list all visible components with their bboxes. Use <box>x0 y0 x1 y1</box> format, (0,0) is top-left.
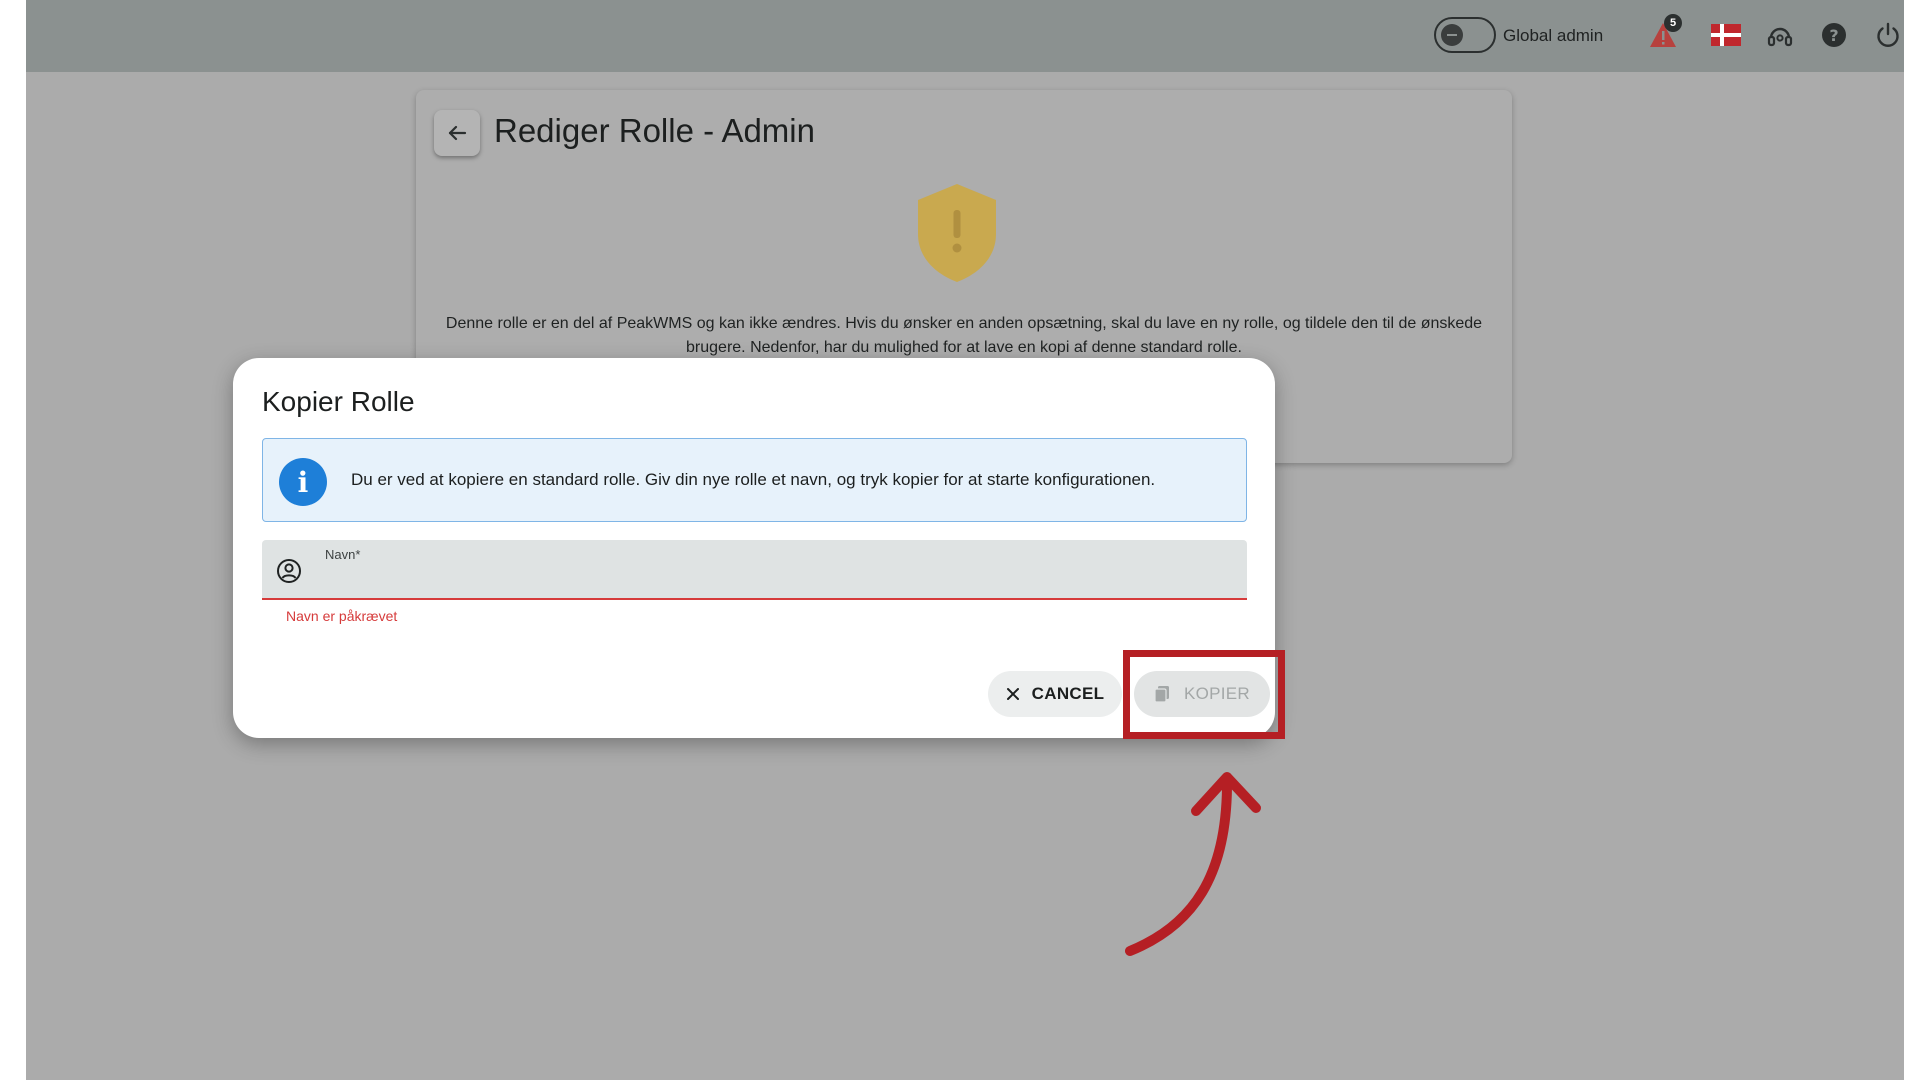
info-alert: i Du er ved at kopiere en standard rolle… <box>262 438 1247 522</box>
help-icon[interactable]: ? <box>1817 18 1851 52</box>
name-error-text: Navn er påkrævet <box>286 608 398 624</box>
svg-text:?: ? <box>1829 26 1838 45</box>
cancel-button[interactable]: CANCEL <box>988 671 1122 717</box>
account-circle-icon <box>277 559 301 583</box>
global-admin-label: Global admin <box>1503 26 1604 45</box>
top-bar: Global admin 5 ? <box>26 0 1904 72</box>
role-description: Denne rolle er en del af PeakWMS og kan … <box>445 315 1483 356</box>
app-frame: Global admin 5 ? Rediger Rolle - Admin D… <box>26 0 1904 1080</box>
info-text: Du er ved at kopiere en standard rolle. … <box>351 470 1156 489</box>
danish-flag-icon[interactable] <box>1709 18 1743 52</box>
dialog-title: Kopier Rolle <box>262 386 415 417</box>
copy-role-dialog: Kopier Rolle i Du er ved at kopiere en s… <box>233 358 1275 738</box>
page-title: Rediger Rolle - Admin <box>494 112 815 149</box>
toggle-knob <box>1441 24 1463 46</box>
info-icon: i <box>279 458 327 506</box>
shield-warning-icon <box>918 184 996 282</box>
global-admin-toggle[interactable] <box>1434 17 1496 53</box>
name-field[interactable]: Navn* <box>262 540 1247 600</box>
name-field-label: Navn* <box>325 547 361 562</box>
cancel-button-label: CANCEL <box>1031 684 1105 703</box>
close-icon <box>1006 688 1019 700</box>
alert-count-badge: 5 <box>1664 14 1682 32</box>
highlight-box <box>1123 650 1285 739</box>
back-button[interactable] <box>434 110 480 156</box>
power-icon[interactable] <box>1871 18 1904 52</box>
alert-icon[interactable]: 5 <box>1646 14 1682 52</box>
back-arrow-icon <box>448 125 467 141</box>
support-headset-icon[interactable] <box>1763 18 1797 52</box>
annotation-arrow-icon <box>1125 772 1261 956</box>
